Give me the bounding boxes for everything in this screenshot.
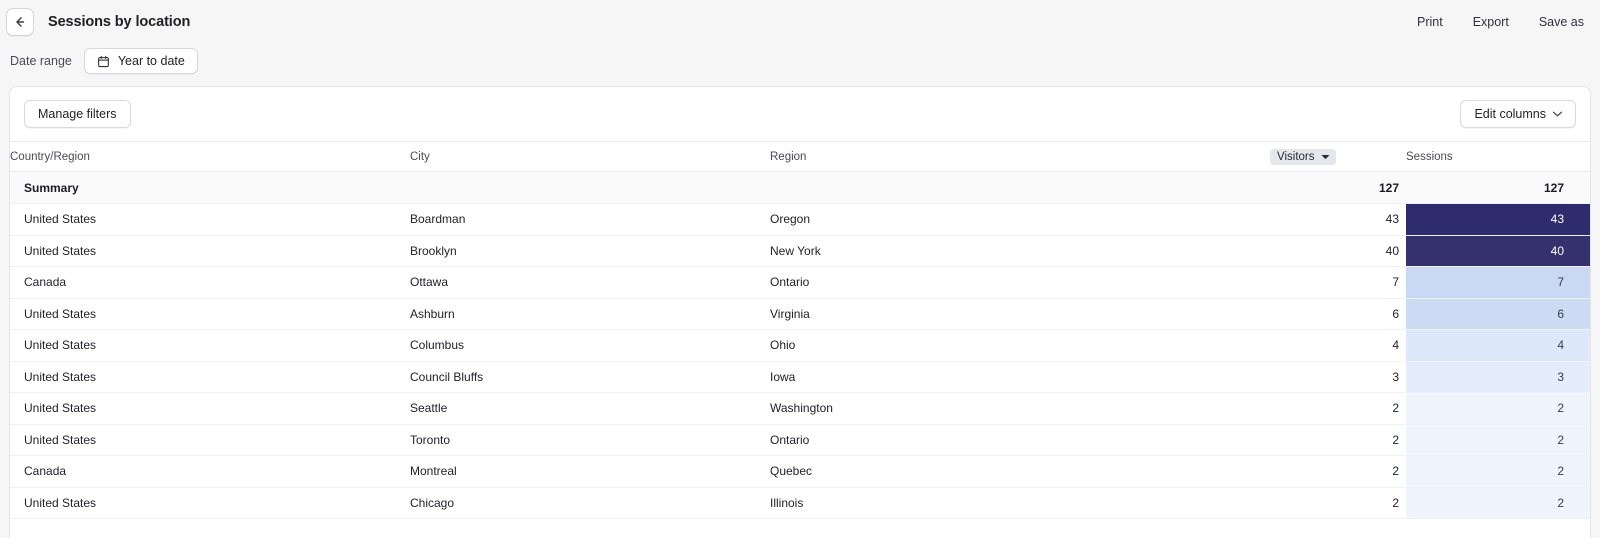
table-head: Country/Region City Region Visitors Sess… [10, 141, 1590, 172]
cell-region: Washington [770, 392, 1270, 425]
column-header-region[interactable]: Region [770, 141, 1270, 172]
cell-country: Canada [10, 455, 410, 488]
column-header-country[interactable]: Country/Region [10, 141, 410, 172]
cell-region: Quebec [770, 455, 1270, 488]
summary-row: Summary 127 127 [10, 171, 1590, 204]
cell-visitors: 43 [1270, 203, 1406, 236]
cell-city: Boardman [410, 203, 770, 236]
locations-table: Country/Region City Region Visitors Sess… [10, 141, 1590, 519]
report-page: Sessions by location Print Export Save a… [0, 0, 1600, 538]
cell-region: Virginia [770, 298, 1270, 330]
table-row[interactable]: Canada Ottawa Ontario 7 7 [10, 266, 1590, 299]
cell-country: United States [10, 487, 410, 519]
top-bar: Sessions by location Print Export Save a… [0, 0, 1600, 44]
cell-visitors: 6 [1270, 298, 1406, 330]
date-range-picker[interactable]: Year to date [83, 48, 198, 74]
cell-sessions: 2 [1406, 392, 1590, 425]
cell-sessions: 3 [1406, 361, 1590, 393]
table-header-row: Country/Region City Region Visitors Sess… [10, 141, 1590, 172]
cell-country: United States [10, 203, 410, 236]
cell-region: Illinois [770, 487, 1270, 519]
caret-down-icon [1320, 154, 1330, 159]
table-row[interactable]: United States Boardman Oregon 43 43 [10, 203, 1590, 236]
cell-visitors: 4 [1270, 329, 1406, 362]
cell-country: United States [10, 424, 410, 456]
table-row[interactable]: United States Columbus Ohio 4 4 [10, 329, 1590, 362]
cell-visitors: 3 [1270, 361, 1406, 393]
column-header-sessions[interactable]: Sessions [1406, 141, 1590, 172]
cell-visitors: 2 [1270, 487, 1406, 519]
cell-city: Seattle [410, 392, 770, 425]
cell-country: United States [10, 298, 410, 330]
cell-city: Chicago [410, 487, 770, 519]
visitors-sort-pill[interactable]: Visitors [1270, 148, 1336, 165]
cell-country: United States [10, 329, 410, 362]
report-card: Manage filters Edit columns Country/Regi… [9, 86, 1591, 538]
cell-country: Canada [10, 266, 410, 299]
column-header-city[interactable]: City [410, 141, 770, 172]
cell-country: United States [10, 361, 410, 393]
table-row[interactable]: United States Brooklyn New York 40 40 [10, 235, 1590, 267]
cell-city: Council Bluffs [410, 361, 770, 393]
cell-city: Toronto [410, 424, 770, 456]
cell-region: Oregon [770, 203, 1270, 236]
save-as-button[interactable]: Save as [1539, 15, 1584, 29]
card-toolbar: Manage filters Edit columns [10, 87, 1590, 141]
cell-sessions: 2 [1406, 455, 1590, 488]
cell-visitors: 2 [1270, 424, 1406, 456]
cell-sessions: 2 [1406, 424, 1590, 456]
cell-region: Ohio [770, 329, 1270, 362]
back-button[interactable] [6, 8, 34, 36]
cell-sessions: 2 [1406, 487, 1590, 519]
cell-visitors: 7 [1270, 266, 1406, 299]
cell-city: Montreal [410, 455, 770, 488]
table-row[interactable]: United States Seattle Washington 2 2 [10, 392, 1590, 425]
cell-sessions: 6 [1406, 298, 1590, 330]
calendar-icon [97, 55, 109, 67]
cell-city: Ashburn [410, 298, 770, 330]
column-header-sessions-label: Sessions [1406, 150, 1453, 163]
table-row[interactable]: United States Council Bluffs Iowa 3 3 [10, 361, 1590, 393]
cell-region: Ontario [770, 266, 1270, 299]
column-header-visitors-label: Visitors [1277, 150, 1315, 163]
cell-sessions: 7 [1406, 266, 1590, 299]
table-row[interactable]: United States Toronto Ontario 2 2 [10, 424, 1590, 456]
summary-sessions: 127 [1406, 171, 1590, 204]
cell-city: Ottawa [410, 266, 770, 299]
cell-visitors: 40 [1270, 235, 1406, 267]
page-title: Sessions by location [48, 14, 191, 30]
edit-columns-label: Edit columns [1474, 107, 1546, 121]
table-row[interactable]: United States Chicago Illinois 2 2 [10, 487, 1590, 519]
cell-sessions: 40 [1406, 235, 1590, 267]
table-row[interactable]: United States Ashburn Virginia 6 6 [10, 298, 1590, 330]
summary-visitors: 127 [1270, 171, 1406, 204]
cell-region: New York [770, 235, 1270, 267]
table-row[interactable]: Canada Montreal Quebec 2 2 [10, 455, 1590, 488]
cell-sessions: 43 [1406, 203, 1590, 236]
cell-city: Columbus [410, 329, 770, 362]
cell-country: United States [10, 392, 410, 425]
cell-visitors: 2 [1270, 455, 1406, 488]
edit-columns-button[interactable]: Edit columns [1460, 100, 1576, 128]
chevron-down-icon [1553, 111, 1562, 117]
column-header-visitors[interactable]: Visitors [1270, 141, 1406, 172]
cell-sessions: 4 [1406, 329, 1590, 362]
print-button[interactable]: Print [1417, 15, 1443, 29]
summary-label: Summary [10, 171, 410, 204]
cell-visitors: 2 [1270, 392, 1406, 425]
cell-region: Ontario [770, 424, 1270, 456]
cell-region: Iowa [770, 361, 1270, 393]
summary-region [770, 171, 1270, 204]
date-range-label: Date range [10, 54, 72, 68]
date-range-row: Date range Year to date [0, 44, 1600, 78]
summary-city [410, 171, 770, 204]
table-body: Summary 127 127 United States Boardman Ore… [10, 171, 1590, 519]
export-button[interactable]: Export [1473, 15, 1509, 29]
arrow-left-icon [16, 17, 25, 27]
cell-city: Brooklyn [410, 235, 770, 267]
manage-filters-button[interactable]: Manage filters [24, 100, 131, 128]
date-range-value: Year to date [117, 54, 185, 68]
cell-country: United States [10, 235, 410, 267]
